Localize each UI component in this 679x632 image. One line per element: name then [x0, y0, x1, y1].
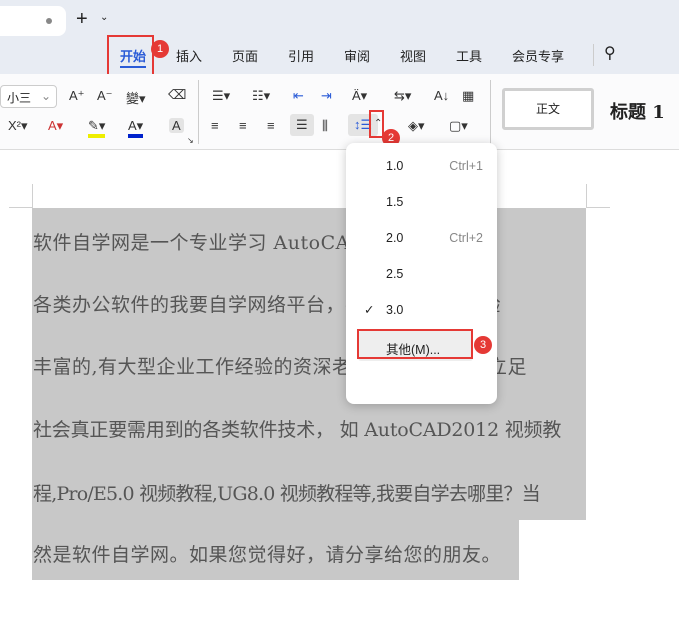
borders-icon[interactable]: ▢▾	[449, 118, 468, 134]
justify-icon[interactable]: ☰	[290, 114, 314, 136]
page-corner-mark	[9, 207, 33, 208]
font-color-icon[interactable]: A▾	[128, 118, 144, 138]
divider	[490, 80, 491, 144]
shortcut-label: Ctrl+1	[449, 159, 483, 173]
sort-icon[interactable]: A↓	[434, 88, 449, 103]
title-bar: + ⌄ 开始 插入 页面 引用 审阅 视图 工具 会员专享 ⚲	[0, 0, 679, 74]
page-corner-mark	[586, 184, 587, 208]
distributed-align-icon[interactable]: ⫼	[322, 118, 328, 134]
line-spacing-menu: 1.0 Ctrl+1 1.5 2.0 Ctrl+2 2.5 ✓ 3.0 其他(M)..…	[346, 143, 497, 404]
text-line[interactable]: 程,Pro/E5.0 视频教程,UG8.0 视频教程等,我要自学去哪里？当	[33, 479, 541, 506]
increase-indent-icon[interactable]: ⇥	[321, 88, 332, 104]
text-line[interactable]: 然是软件自学网。如果您觉得好，请分享给您的朋友。	[33, 540, 501, 567]
tab-references[interactable]: 引用	[288, 46, 314, 65]
tab-page[interactable]: 页面	[232, 46, 258, 65]
clear-format-icon[interactable]: ⌫	[168, 87, 186, 103]
style-normal[interactable]: 正文	[502, 88, 594, 130]
shortcut-label: Ctrl+2	[449, 231, 483, 245]
menu-item-label: 3.0	[386, 303, 404, 317]
divider	[593, 44, 594, 66]
callout-badge-3: 3	[474, 336, 492, 354]
menu-item-label: 1.0	[386, 159, 404, 173]
page-corner-mark	[586, 207, 610, 208]
tab-membership[interactable]: 会员专享	[512, 46, 564, 65]
numbering-icon[interactable]: ☷▾	[252, 88, 270, 104]
style-heading1[interactable]: 标题 1	[610, 98, 665, 124]
menu-item-label: 1.5	[386, 195, 404, 209]
unsaved-dot-icon	[46, 18, 52, 24]
callout-badge-1: 1	[151, 40, 169, 58]
font-size-value: 小三	[7, 91, 32, 105]
char-spacing-icon[interactable]: Ä▾	[352, 88, 367, 104]
superscript-icon[interactable]: X²▾	[8, 118, 28, 134]
table-grid-icon[interactable]: ▦	[462, 88, 474, 104]
new-tab-button[interactable]: +	[76, 8, 88, 31]
highlight-box-other	[357, 329, 473, 359]
menu-item-3-0[interactable]: ✓ 3.0	[346, 295, 497, 325]
align-left-icon[interactable]: ≡	[211, 118, 219, 133]
menu-item-label: 2.5	[386, 267, 404, 281]
document-tab[interactable]	[0, 6, 66, 36]
phonetic-guide-icon[interactable]: 變▾	[126, 88, 146, 107]
decrease-indent-icon[interactable]: ⇤	[293, 88, 304, 104]
ribbon-toolbar: 小三 ⌄ A⁺ A⁻ 變▾ ⌫ X²▾ A▾ ✎▾ A▾ A ↘ ☰▾ ☷▾ ⇤ …	[0, 74, 679, 150]
menu-item-label: 2.0	[386, 231, 404, 245]
divider	[198, 80, 199, 144]
tab-view[interactable]: 视图	[400, 46, 426, 65]
dialog-launcher-icon[interactable]: ↘	[187, 136, 194, 145]
chevron-down-icon: ⌄	[40, 89, 51, 103]
highlight-box-home	[107, 35, 154, 79]
tab-insert[interactable]: 插入	[176, 46, 202, 65]
text-line[interactable]: 社会真正要需用到的各类软件技术， 如 AutoCAD2012 视频教	[33, 415, 561, 442]
bullets-icon[interactable]: ☰▾	[212, 88, 230, 104]
menu-item-2-0[interactable]: 2.0 Ctrl+2	[346, 223, 497, 253]
align-center-icon[interactable]: ≡	[239, 118, 247, 133]
page-corner-mark	[32, 184, 33, 208]
text-direction-icon[interactable]: ⇆▾	[394, 88, 411, 104]
align-right-icon[interactable]: ≡	[267, 118, 275, 133]
text-effect-icon[interactable]: A▾	[48, 118, 63, 134]
highlight-color-icon[interactable]: ✎▾	[88, 118, 106, 138]
shading-icon[interactable]: ◈▾	[408, 118, 425, 134]
tab-review[interactable]: 审阅	[344, 46, 370, 65]
char-shading-icon[interactable]: A	[169, 118, 184, 133]
checkmark-icon: ✓	[364, 303, 375, 317]
tab-tools[interactable]: 工具	[456, 46, 482, 65]
search-icon[interactable]: ⚲	[604, 43, 616, 63]
menu-item-1-5[interactable]: 1.5	[346, 187, 497, 217]
menu-item-1-0[interactable]: 1.0 Ctrl+1	[346, 151, 497, 181]
menu-item-2-5[interactable]: 2.5	[346, 259, 497, 289]
new-tab-menu-chevron-icon[interactable]: ⌄	[100, 12, 108, 23]
grow-font-icon[interactable]: A⁺	[69, 88, 85, 104]
font-size-select[interactable]: 小三 ⌄	[0, 85, 57, 108]
shrink-font-icon[interactable]: A⁻	[97, 88, 113, 104]
